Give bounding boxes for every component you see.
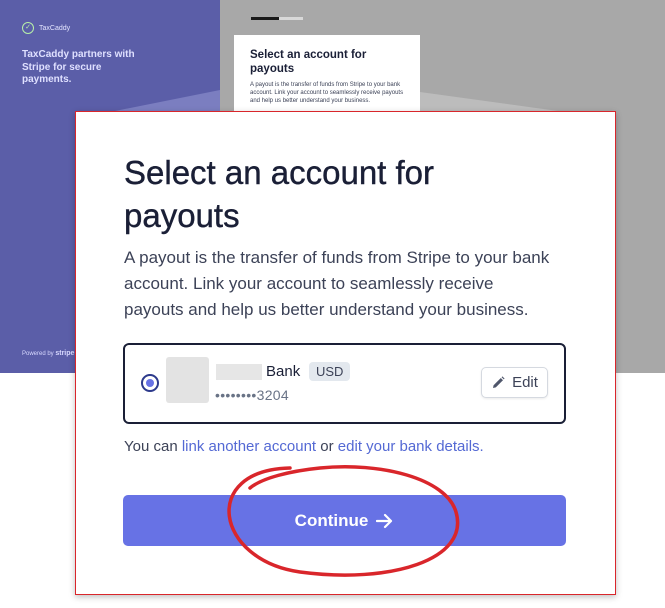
- redacted-bank-name: [216, 364, 262, 380]
- edit-bank-details-link[interactable]: edit your bank details.: [338, 438, 484, 455]
- bank-account-option[interactable]: Bank USD ••••••••3204 Edit: [123, 343, 566, 424]
- links-prefix: You can: [124, 438, 178, 455]
- radio-selected-icon[interactable]: [141, 374, 159, 392]
- bank-logo: [166, 357, 209, 403]
- continue-button[interactable]: Continue: [123, 495, 566, 546]
- bank-name: Bank: [266, 363, 301, 380]
- payout-account-dialog: Select an account for payouts A payout i…: [75, 111, 616, 595]
- continue-label: Continue: [294, 510, 369, 530]
- background-card-title: Select an account for payouts: [250, 49, 367, 75]
- currency-badge: USD: [309, 362, 351, 381]
- account-links: You can link another account or edit you…: [124, 438, 484, 455]
- edit-button[interactable]: Edit: [481, 367, 548, 398]
- pencil-icon: [493, 375, 505, 388]
- page-description: A payout is the transfer of funds from S…: [124, 248, 550, 319]
- links-middle: or: [320, 438, 334, 455]
- account-number: ••••••••3204: [215, 387, 289, 403]
- edit-button-label: Edit: [512, 374, 538, 391]
- link-another-account[interactable]: link another account: [182, 438, 316, 455]
- background-card-text: A payout is the transfer of funds from S…: [250, 82, 404, 104]
- page-title: Select an account for payouts: [124, 154, 435, 234]
- arrow-right-icon: [376, 513, 393, 528]
